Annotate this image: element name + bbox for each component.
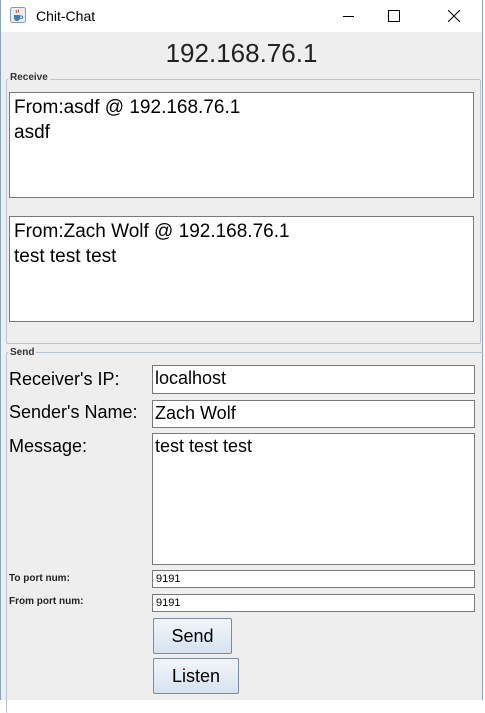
close-icon (448, 10, 460, 22)
close-button[interactable] (431, 0, 477, 32)
to-port-label: To port num: (9, 573, 70, 584)
receive-label: Receive (8, 72, 50, 83)
maximize-icon (388, 10, 400, 22)
minimize-icon (342, 11, 354, 22)
send-label: Send (8, 347, 37, 358)
sender-name-field[interactable]: Zach Wolf (152, 400, 475, 428)
client-area: 192.168.76.1 Receive From:asdf @ 192.168… (2, 32, 484, 713)
message-sender: From:Zach Wolf @ 192.168.76.1 (14, 221, 290, 242)
local-ip-heading: 192.168.76.1 (165, 38, 318, 68)
maximize-button[interactable] (371, 0, 417, 32)
received-message-2[interactable]: From:Zach Wolf @ 192.168.76.1 test test … (9, 216, 474, 322)
title-bar[interactable]: Chit-Chat (1, 0, 482, 32)
send-button[interactable]: Send (153, 618, 232, 654)
message-body: test test test (14, 246, 117, 267)
message-textarea[interactable]: test test test (152, 433, 475, 565)
window-title: Chit-Chat (36, 8, 96, 24)
minimize-button[interactable] (325, 0, 371, 32)
sender-name-label: Sender's Name: (9, 402, 138, 422)
java-coffee-cup-icon (10, 7, 26, 23)
listen-button[interactable]: Listen (153, 658, 239, 694)
receiver-ip-field[interactable]: localhost (152, 365, 475, 394)
from-port-field[interactable]: 9191 (152, 594, 475, 612)
message-sender: From:asdf @ 192.168.76.1 (14, 97, 241, 118)
message-body: asdf (14, 122, 50, 143)
received-message-1[interactable]: From:asdf @ 192.168.76.1 asdf (9, 92, 474, 198)
app-window: Chit-Chat 192.168.76.1 Receive From:asdf… (0, 0, 484, 713)
from-port-label: From port num: (9, 596, 84, 607)
message-label: Message: (9, 436, 88, 456)
to-port-field[interactable]: 9191 (152, 570, 475, 588)
receiver-ip-label: Receiver's IP: (9, 369, 120, 389)
